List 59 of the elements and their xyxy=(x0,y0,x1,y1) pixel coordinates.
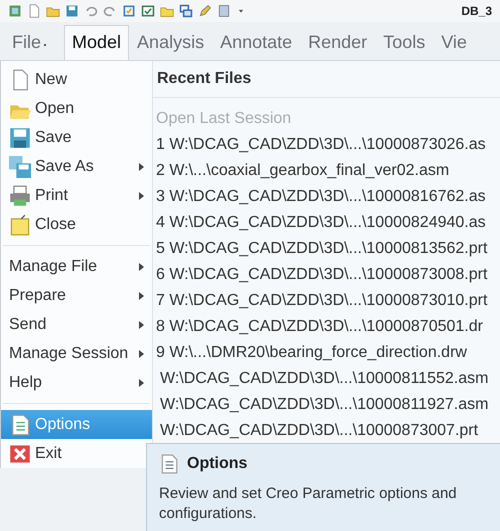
menu-item[interactable]: Manage File xyxy=(1,252,152,281)
submenu-arrow-icon xyxy=(139,192,144,200)
tooltip-title: Options xyxy=(187,455,248,473)
recent-file-item[interactable]: 8 W:\DCAG_CAD\ZDD\3D\...\10000870501.dr xyxy=(153,314,500,340)
window-title: DB_3 xyxy=(461,4,492,18)
tooltip-text: Review and set Creo Parametric options and configurations. xyxy=(159,484,458,524)
recent-file-item[interactable]: 6 W:\DCAG_CAD\ZDD\3D\...\10000873008.prt xyxy=(153,262,500,288)
menu-item[interactable]: Help xyxy=(1,368,152,397)
ribbon-tab[interactable]: Model xyxy=(64,25,130,60)
close-icon xyxy=(9,442,31,464)
submenu-arrow-icon xyxy=(139,320,144,328)
recent-file-item[interactable]: 7 W:\DCAG_CAD\ZDD\3D\...\10000873010.prt xyxy=(153,288,500,314)
recent-file-item[interactable]: W:\DCAG_CAD\ZDD\3D\...\10000811552.asm xyxy=(153,366,500,392)
submenu-arrow-icon xyxy=(139,292,144,300)
ribbon-tab[interactable]: Vie xyxy=(433,25,475,60)
pencil-icon xyxy=(198,4,212,18)
recent-file-item[interactable]: 1 W:\DCAG_CAD\ZDD\3D\...\10000873026.as xyxy=(153,132,500,158)
ribbon-tab[interactable]: Annotate xyxy=(212,25,300,60)
menu-item[interactable]: Save As xyxy=(1,152,152,181)
ribbon-tab[interactable]: Tools xyxy=(375,25,434,60)
recent-file-item[interactable]: 3 W:\DCAG_CAD\ZDD\3D\...\10000816762.as xyxy=(153,184,500,210)
recent-file-item[interactable]: 2 W:\...\coaxial_gearbox_final_ver02.asm xyxy=(153,158,500,184)
menu-item[interactable]: Exit xyxy=(1,439,152,468)
model-icon xyxy=(8,4,22,18)
recent-file-item[interactable]: W:\DCAG_CAD\ZDD\3D\...\10000873007.prt xyxy=(153,418,500,444)
menu-item[interactable]: Print xyxy=(1,181,152,210)
recent-file-item[interactable]: 9 W:\...\DMR20\bearing_force_direction.drw xyxy=(153,340,500,366)
window-icon xyxy=(141,4,155,18)
submenu-arrow-icon xyxy=(139,350,144,358)
menu-item[interactable]: Prepare xyxy=(1,281,152,310)
save-as-icon xyxy=(9,156,31,178)
regenerate-icon xyxy=(122,4,136,18)
menu-item[interactable]: Save xyxy=(1,123,152,152)
menu-item[interactable]: Open xyxy=(1,94,152,123)
menu-item[interactable]: Manage Session xyxy=(1,339,152,368)
file-menu-button[interactable]: File xyxy=(4,25,56,60)
save-icon xyxy=(65,4,79,18)
recent-file-item[interactable]: 5 W:\DCAG_CAD\ZDD\3D\...\10000813562.prt xyxy=(153,236,500,262)
recent-file-item[interactable]: 4 W:\DCAG_CAD\ZDD\3D\...\10000824940.as xyxy=(153,210,500,236)
redo-icon xyxy=(103,4,117,18)
windows-icon xyxy=(179,4,193,18)
save-icon xyxy=(9,126,31,148)
printer-icon xyxy=(9,184,31,206)
menu-item[interactable]: Send xyxy=(1,310,152,339)
submenu-arrow-icon xyxy=(139,262,144,270)
options-list-icon xyxy=(9,414,31,436)
recent-files-title: Recent Files xyxy=(153,61,500,98)
menu-item[interactable]: New xyxy=(1,65,152,94)
menu-item[interactable]: Close xyxy=(1,210,152,239)
submenu-arrow-icon xyxy=(139,162,144,170)
submenu-arrow-icon xyxy=(139,378,144,386)
recent-file-item[interactable]: W:\DCAG_CAD\ZDD\3D\...\10000811927.asm xyxy=(153,392,500,418)
ribbon-tab[interactable]: Render xyxy=(300,25,376,60)
new-file-icon xyxy=(27,4,41,18)
options-list-icon xyxy=(159,454,179,474)
undo-icon xyxy=(84,4,98,18)
ribbon-tab[interactable]: Analysis xyxy=(129,25,212,60)
display-icon xyxy=(217,4,231,18)
folder-icon xyxy=(9,214,31,236)
